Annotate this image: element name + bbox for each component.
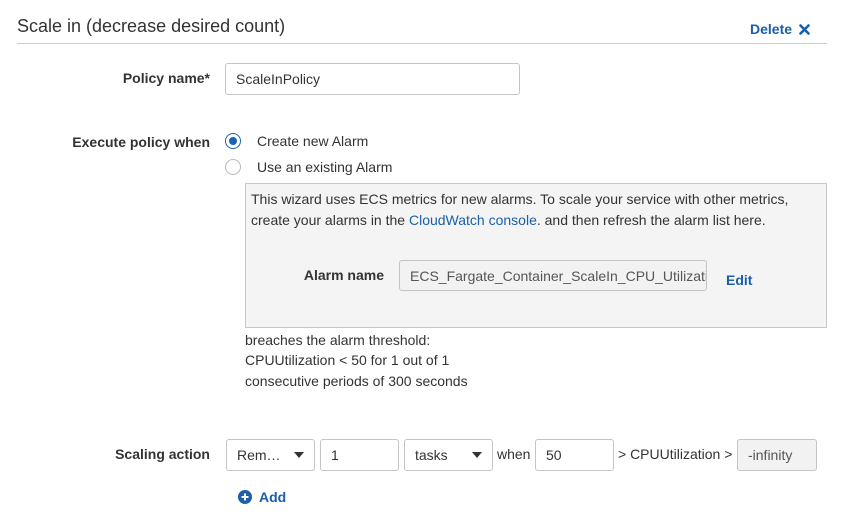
- radio-use-existing-alarm-label[interactable]: Use an existing Alarm: [257, 159, 392, 175]
- execute-policy-label: Execute policy when: [72, 134, 210, 150]
- policy-name-label: Policy name*: [122, 70, 210, 86]
- task-count-input[interactable]: 1: [320, 439, 399, 471]
- delete-button[interactable]: Delete: [750, 21, 810, 37]
- breach-line2: CPUUtilization < 50 for 1 out of 1: [245, 352, 450, 368]
- radio-use-existing-alarm[interactable]: [225, 159, 241, 175]
- close-icon: [799, 23, 810, 35]
- alarm-info-line2: create your alarms in the CloudWatch con…: [251, 212, 821, 228]
- radio-create-new-alarm[interactable]: [225, 133, 241, 149]
- metric-comparison-text: > CPUUtilization >: [618, 446, 733, 462]
- breach-line1: breaches the alarm threshold:: [245, 332, 431, 348]
- task-count-value: 1: [331, 447, 339, 463]
- unit-select[interactable]: tasks: [404, 439, 493, 471]
- chevron-down-icon: [294, 452, 304, 458]
- title-divider: [17, 43, 827, 44]
- add-step-button[interactable]: Add: [238, 489, 286, 505]
- section-title: Scale in (decrease desired count): [17, 16, 286, 36]
- breach-line3: consecutive periods of 300 seconds: [245, 373, 468, 389]
- delete-label: Delete: [750, 21, 793, 37]
- alarm-name-label: Alarm name: [303, 267, 384, 283]
- alarm-name-input[interactable]: ECS_Fargate_Container_ScaleIn_CPU_Utiliz…: [399, 260, 707, 291]
- chevron-down-icon: [472, 452, 482, 458]
- action-select-value: Rem…: [237, 447, 281, 463]
- alarm-info-prefix: create your alarms in the: [251, 212, 409, 228]
- when-label: when: [497, 446, 531, 462]
- threshold-value: 50: [546, 447, 562, 463]
- policy-name-input[interactable]: ScaleInPolicy: [225, 63, 520, 95]
- action-select[interactable]: Rem…: [226, 439, 315, 471]
- lower-bound-value: -infinity: [748, 447, 793, 463]
- alarm-name-value: ECS_Fargate_Container_ScaleIn_CPU_Utiliz…: [410, 267, 707, 284]
- unit-select-value: tasks: [415, 447, 448, 463]
- scaling-action-label: Scaling action: [115, 446, 210, 462]
- plus-circle-icon: [238, 490, 252, 504]
- alarm-info-suffix: . and then refresh the alarm list here.: [536, 212, 766, 228]
- threshold-input[interactable]: 50: [535, 439, 614, 471]
- radio-create-new-alarm-label[interactable]: Create new Alarm: [257, 133, 368, 149]
- lower-bound-input: -infinity: [737, 439, 817, 471]
- alarm-info-line1: This wizard uses ECS metrics for new ala…: [251, 191, 789, 207]
- cloudwatch-console-link[interactable]: CloudWatch console: [409, 212, 537, 228]
- policy-name-value: ScaleInPolicy: [236, 71, 321, 87]
- edit-alarm-link[interactable]: Edit: [726, 272, 752, 288]
- add-label: Add: [259, 489, 287, 505]
